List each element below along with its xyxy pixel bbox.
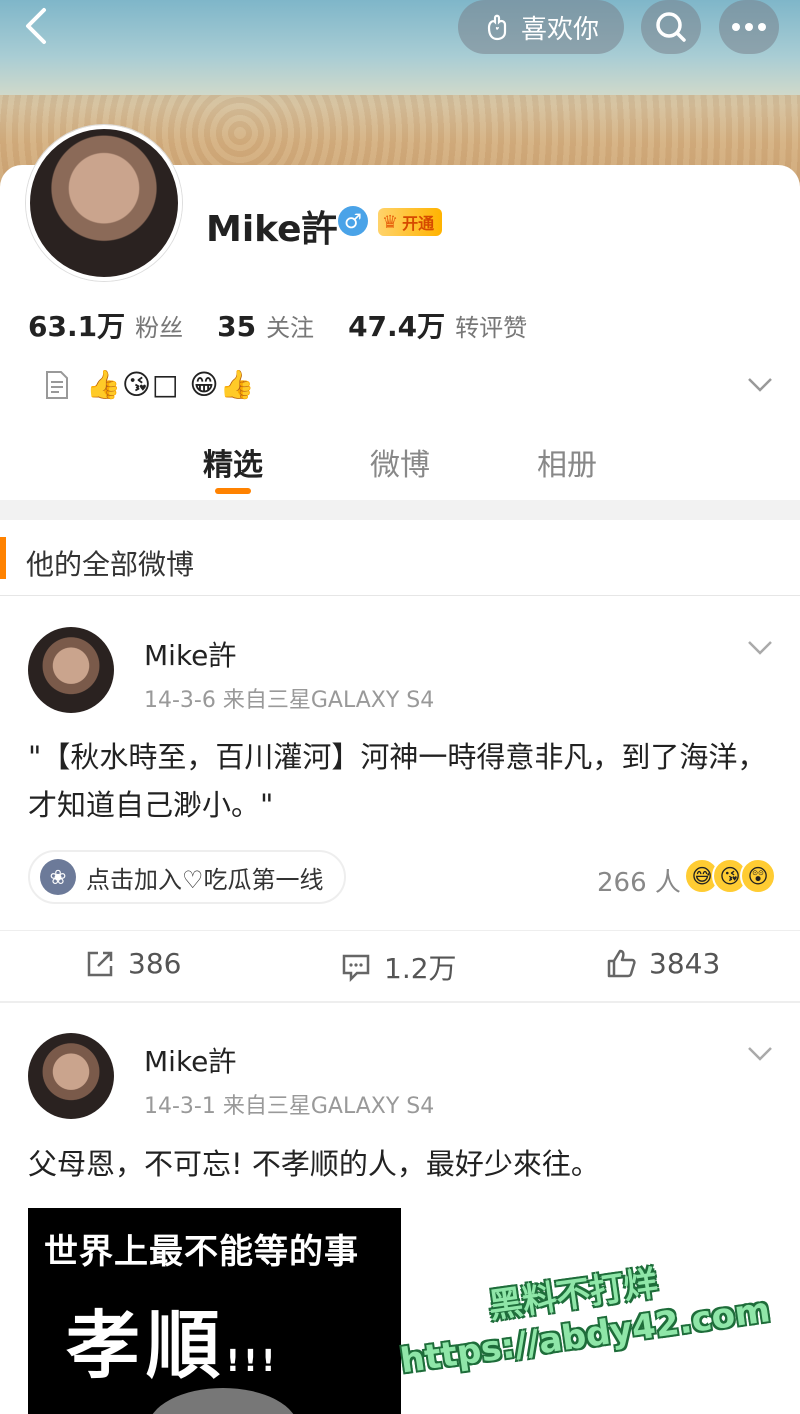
section-title: 他的全部微博 xyxy=(26,548,195,581)
stat-followers-label: 粉丝 xyxy=(135,314,184,342)
search-icon xyxy=(656,12,686,42)
comment-button[interactable]: 1.2万 xyxy=(340,947,457,987)
like-count: 3843 xyxy=(649,947,721,980)
divider xyxy=(0,595,800,596)
vip-open-label: 开通 xyxy=(402,214,435,233)
post-image[interactable]: 世界上最不能等的事 孝順!!! xyxy=(28,1208,401,1414)
flower-icon: ❀ xyxy=(40,859,76,895)
topic-join-pill[interactable]: ❀ 点击加入♡吃瓜第一线 xyxy=(28,850,346,904)
tab-featured[interactable]: 精选 xyxy=(203,440,263,484)
profile-bio[interactable]: 👍😘□ 😁👍 xyxy=(44,368,255,401)
vip-open-badge[interactable]: ♛ 开通 xyxy=(378,208,443,236)
post-content[interactable]: "【秋水時至，百川灌河】河神一時得意非凡，到了海洋，才知道自己渺小。" xyxy=(28,733,773,829)
chevron-down-icon[interactable] xyxy=(746,1044,774,1064)
like-button[interactable]: 3843 xyxy=(605,947,720,980)
male-gender-icon: ♂ xyxy=(338,206,368,236)
stat-following-count: 35 xyxy=(217,310,257,343)
post-avatar[interactable] xyxy=(28,627,114,713)
chevron-down-icon[interactable] xyxy=(746,638,774,658)
chevron-left-icon xyxy=(26,8,46,44)
watermark: 黑料不打烊 https://abdy42.com xyxy=(390,1231,800,1414)
section-accent-bar xyxy=(0,537,6,579)
stat-following[interactable]: 35 关注 xyxy=(217,308,314,343)
post-author[interactable]: Mike許 xyxy=(144,634,236,674)
topic-label: 点击加入♡吃瓜第一线 xyxy=(86,865,324,894)
tab-weibo[interactable]: 微博 xyxy=(370,440,430,484)
more-icon xyxy=(732,23,766,31)
shocked-emoji-icon: 😲 xyxy=(740,858,776,894)
comment-icon xyxy=(342,954,370,983)
back-button[interactable] xyxy=(18,6,58,46)
post-meta: 14-3-6 来自三星GALAXY S4 xyxy=(144,688,435,713)
all-weibo-header: 他的全部微博 xyxy=(0,535,800,595)
stat-followers[interactable]: 63.1万 粉丝 xyxy=(28,305,183,345)
active-tab-indicator xyxy=(215,488,251,494)
post-image-headline: 孝順!!! xyxy=(66,1286,279,1393)
section-separator xyxy=(0,500,800,520)
stat-interactions-count: 47.4万 xyxy=(348,310,446,343)
bio-text: 👍😘□ 😁👍 xyxy=(86,368,256,401)
stat-interactions[interactable]: 47.4万 转评赞 xyxy=(348,305,527,345)
chevron-down-icon[interactable] xyxy=(746,374,774,396)
repost-button[interactable]: 386 xyxy=(84,947,181,980)
post-image-caption: 世界上最不能等的事 xyxy=(44,1232,359,1272)
post-image-headline-text: 孝順 xyxy=(66,1303,226,1389)
divider xyxy=(0,1001,800,1003)
more-button[interactable] xyxy=(719,0,779,54)
hand-heart-icon xyxy=(487,14,507,41)
profile-stats: 63.1万 粉丝 35 关注 47.4万 转评赞 xyxy=(28,305,561,345)
post-content[interactable]: 父母恩，不可忘! 不孝顺的人，最好少來往。 xyxy=(28,1140,773,1188)
reaction-emojis[interactable]: 😅 😘 😲 xyxy=(684,858,776,894)
profile-avatar[interactable] xyxy=(26,125,182,281)
repost-icon xyxy=(87,951,113,976)
thumbs-up-icon xyxy=(607,949,636,977)
document-icon xyxy=(46,370,68,399)
stat-following-label: 关注 xyxy=(266,314,315,342)
post-avatar[interactable] xyxy=(28,1033,114,1119)
post-author[interactable]: Mike許 xyxy=(144,1040,236,1080)
watermark-line1: 黑料不打烊 xyxy=(486,1263,661,1327)
watermark-line2: https://abdy42.com xyxy=(397,1290,773,1382)
crown-icon: ♛ xyxy=(382,211,399,233)
search-button[interactable] xyxy=(641,0,701,54)
post-actions: 386 1.2万 3843 xyxy=(0,930,800,1000)
comment-count: 1.2万 xyxy=(384,952,457,985)
repost-count: 386 xyxy=(128,947,182,980)
stat-interactions-label: 转评赞 xyxy=(455,314,528,342)
like-you-button[interactable]: 喜欢你 xyxy=(458,0,624,54)
profile-username: Mike許 xyxy=(206,209,338,250)
profile-tabs: 精选 微博 相册 xyxy=(0,430,800,500)
like-you-label: 喜欢你 xyxy=(520,14,599,45)
reaction-count: 266 人 xyxy=(597,868,681,898)
post-meta: 14-3-1 来自三星GALAXY S4 xyxy=(144,1094,435,1119)
stat-followers-count: 63.1万 xyxy=(28,310,126,343)
post-image-exclamation: !!! xyxy=(226,1344,280,1379)
tab-album[interactable]: 相册 xyxy=(537,440,597,484)
